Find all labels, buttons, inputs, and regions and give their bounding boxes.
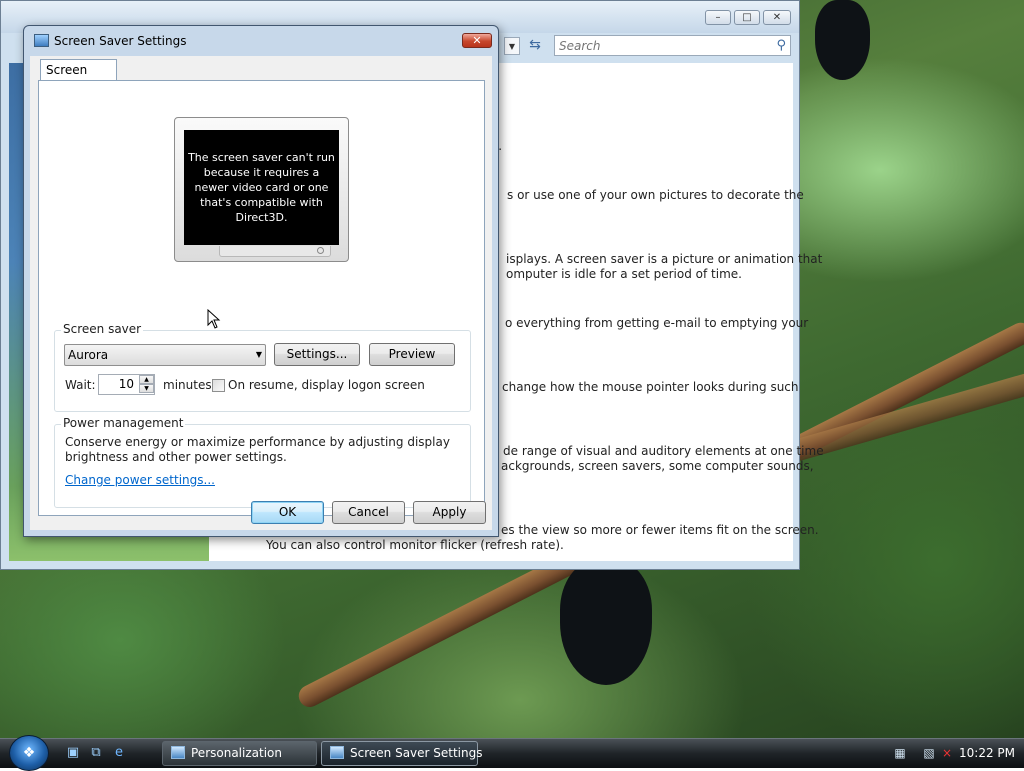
- dialog-title: Screen Saver Settings: [54, 34, 187, 48]
- dialog-client-area: Screen Saver The screen saver can't run …: [30, 56, 492, 530]
- screen-saver-select[interactable]: Aurora ▼: [64, 344, 266, 366]
- settings-button[interactable]: Settings...: [274, 343, 360, 366]
- chevron-down-icon: ▼: [255, 350, 262, 359]
- tab-screen-saver[interactable]: Screen Saver: [40, 59, 117, 97]
- wallpaper-bird-tail: [560, 560, 652, 685]
- wait-label: Wait:: [65, 378, 96, 392]
- mouse-cursor-icon: [207, 309, 221, 329]
- description-text: es the view so more or fewer items fit o…: [501, 523, 819, 537]
- apply-button[interactable]: Apply: [413, 501, 486, 524]
- refresh-icon[interactable]: ⇆: [523, 35, 547, 55]
- description-text: s or use one of your own pictures to dec…: [507, 188, 804, 202]
- system-clock[interactable]: 10:22 PM: [959, 746, 1015, 760]
- screen-saver-preview-monitor: The screen saver can't run because it re…: [174, 117, 349, 262]
- power-management-legend: Power management: [61, 416, 186, 430]
- start-button[interactable]: ❖: [9, 735, 49, 771]
- description-text: You can also control monitor flicker (re…: [266, 538, 564, 552]
- personalization-icon: [171, 746, 185, 759]
- wait-minutes-stepper[interactable]: 10 ▲ ▼: [98, 374, 155, 395]
- monitor-base: [219, 246, 331, 257]
- taskbar-item-personalization[interactable]: Personalization: [162, 741, 317, 766]
- wait-minutes-value: 10: [118, 377, 134, 391]
- switch-windows-icon[interactable]: ⧉: [88, 745, 104, 761]
- description-text: change how the mouse pointer looks durin…: [502, 380, 799, 394]
- taskbar-item-label: Screen Saver Settings: [350, 746, 483, 760]
- description-text: de range of visual and auditory elements…: [503, 444, 824, 458]
- screen-saver-icon: [330, 746, 344, 759]
- maximize-button[interactable]: □: [734, 10, 760, 25]
- screen-saver-settings-dialog: Screen Saver Settings ✕ Screen Saver The…: [23, 25, 499, 537]
- cancel-button[interactable]: Cancel: [332, 501, 405, 524]
- search-box[interactable]: ⚲: [554, 35, 791, 56]
- description-text: o everything from getting e-mail to empt…: [505, 316, 809, 330]
- close-button[interactable]: ✕: [763, 10, 791, 25]
- preview-message: The screen saver can't run because it re…: [184, 130, 339, 245]
- minimize-button[interactable]: –: [705, 10, 731, 25]
- change-power-settings-link[interactable]: Change power settings...: [65, 473, 215, 487]
- power-icon: [317, 247, 324, 254]
- screen-saver-selected: Aurora: [68, 348, 109, 362]
- dialog-close-button[interactable]: ✕: [462, 33, 492, 48]
- minutes-label: minutes: [163, 378, 212, 392]
- screen-saver-legend: Screen saver: [61, 322, 144, 336]
- taskbar-item-screen-saver-settings[interactable]: Screen Saver Settings: [321, 741, 483, 766]
- wallpaper-bird-tail: [815, 0, 870, 80]
- show-desktop-icon[interactable]: ▣: [65, 745, 81, 761]
- power-description: brightness and other power settings.: [65, 450, 287, 464]
- network-icon[interactable]: ▦: [892, 745, 908, 761]
- taskbar-item-label: Personalization: [191, 746, 282, 760]
- search-input[interactable]: [555, 36, 763, 55]
- resume-logon-checkbox[interactable]: [212, 379, 225, 392]
- power-description: Conserve energy or maximize performance …: [65, 435, 450, 449]
- resume-logon-label[interactable]: On resume, display logon screen: [228, 378, 425, 392]
- ok-button[interactable]: OK: [251, 501, 324, 524]
- description-text: omputer is idle for a set period of time…: [506, 267, 742, 281]
- screen-saver-tab-panel: The screen saver can't run because it re…: [38, 80, 485, 516]
- description-text: isplays. A screen saver is a picture or …: [506, 252, 823, 266]
- taskbar: ❖ ▣ ⧉ e Personalization Screen Saver Set…: [0, 735, 1024, 771]
- internet-explorer-icon[interactable]: e: [111, 745, 127, 761]
- address-dropdown-button[interactable]: ▼: [504, 37, 520, 55]
- volume-muted-icon[interactable]: ×: [939, 745, 955, 761]
- description-text: ackgrounds, screen savers, some computer…: [501, 459, 814, 473]
- search-icon[interactable]: ⚲: [776, 38, 786, 53]
- monitor-icon: [34, 34, 49, 47]
- preview-button[interactable]: Preview: [369, 343, 455, 366]
- sidebar-icon[interactable]: ▧: [921, 745, 937, 761]
- spin-down-icon[interactable]: ▼: [139, 384, 154, 393]
- spin-up-icon[interactable]: ▲: [139, 375, 154, 384]
